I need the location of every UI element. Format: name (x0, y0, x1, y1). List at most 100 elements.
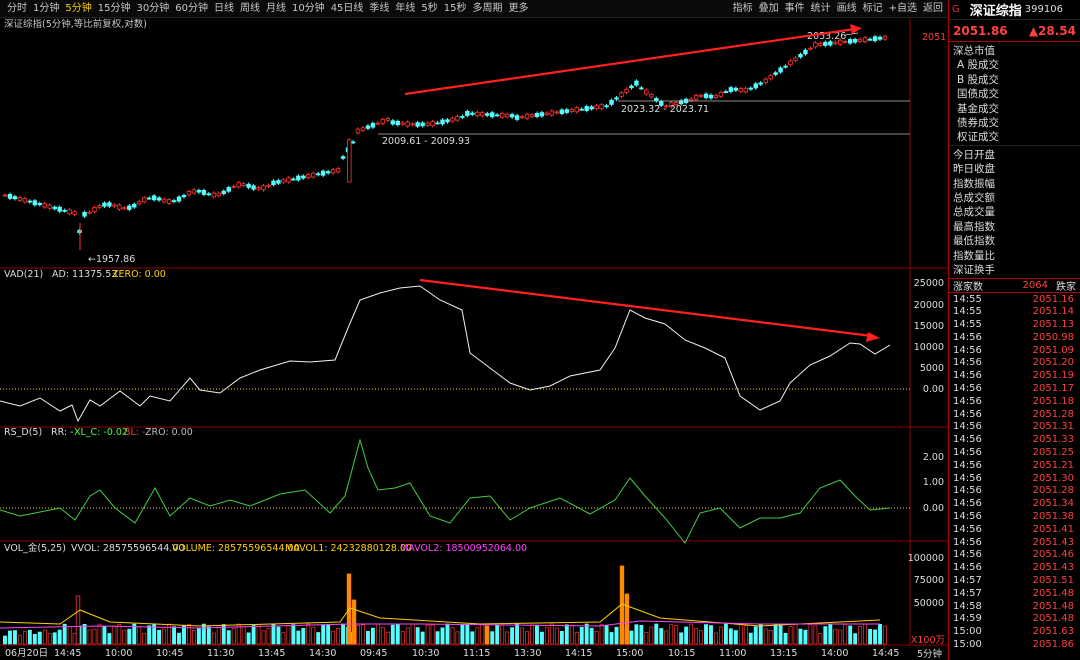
candle-body (47, 204, 52, 209)
stat-item-7: 指数量比 (953, 249, 995, 262)
tick-price: 2051.48 (1032, 600, 1074, 612)
candle-body (480, 112, 485, 117)
tick-time: 14:56 (953, 511, 982, 523)
vad-name: VAD(21) (4, 269, 43, 280)
tool-button-1[interactable]: 叠加 (756, 0, 782, 18)
tick-time: 14:55 (953, 306, 982, 318)
candle-body (435, 122, 440, 125)
volume-bar (3, 635, 7, 645)
volume-bar (390, 624, 395, 645)
candle-body (544, 112, 550, 115)
candle-body (181, 194, 187, 198)
volume-bar (87, 629, 92, 645)
rsd-xl-label: XL_C: -0.02 (74, 427, 128, 438)
volume-bar (122, 629, 127, 645)
volume-bar (112, 625, 117, 645)
x-axis-label: 13:15 (770, 648, 797, 659)
period-tab-11[interactable]: 季线 (366, 0, 392, 18)
tick-time: 14:56 (953, 344, 982, 356)
tool-button-6[interactable]: +自选 (886, 0, 920, 18)
volume-bar (520, 627, 525, 645)
candle-body (52, 206, 57, 210)
tick-row: 14:56 2051.09 (953, 345, 1076, 358)
vol-axis-tick: 100000 (908, 553, 944, 564)
tool-button-3[interactable]: 统计 (808, 0, 834, 18)
candle-body (151, 195, 157, 201)
candle-body (156, 197, 162, 201)
rsd-axis-tick: 2.00 (923, 452, 944, 463)
period-tab-14[interactable]: 15秒 (441, 0, 470, 18)
tick-time: 14:56 (953, 459, 982, 471)
candle-body (72, 211, 77, 215)
tick-price: 2051.28 (1032, 408, 1074, 420)
chart-canvas[interactable]: ←1957.862053.262009.61 - 2009.932023.32 … (0, 18, 948, 660)
tool-button-2[interactable]: 事件 (782, 0, 808, 18)
candle-body (519, 116, 525, 119)
candle-body (594, 105, 599, 110)
tick-list[interactable]: 14:55 2051.16 14:55 2051.14 14:55 2051.13 14:5… (949, 293, 1080, 652)
candle-body (122, 207, 127, 210)
trend-arrow-head (850, 24, 862, 34)
candle-body (385, 118, 391, 121)
volume-bar (385, 631, 390, 645)
high-pointer (844, 32, 859, 36)
tick-row: 14:58 2051.48 (953, 601, 1076, 614)
tool-button-7[interactable]: 返回 (920, 0, 946, 18)
tick-row: 14:56 2051.43 (953, 537, 1076, 550)
period-tab-1[interactable]: 1分钟 (30, 0, 62, 18)
period-tab-10[interactable]: 45日线 (328, 0, 367, 18)
volume-bar (301, 628, 306, 645)
period-tab-0[interactable]: 分时 (4, 0, 30, 18)
tool-button-0[interactable]: 指标 (730, 0, 756, 18)
volume-bar (102, 626, 107, 645)
period-tab-3[interactable]: 15分钟 (95, 0, 134, 18)
tick-row: 14:57 2051.51 (953, 575, 1076, 588)
period-tab-6[interactable]: 日线 (211, 0, 237, 18)
tick-row: 14:56 2051.41 (953, 524, 1076, 537)
stat-item-3: 总成交额 (953, 192, 995, 205)
x-axis-label: 13:30 (514, 648, 541, 659)
period-tab-5[interactable]: 60分钟 (172, 0, 211, 18)
tick-row: 14:56 2051.28 (953, 409, 1076, 422)
period-tab-15[interactable]: 多周期 (470, 0, 506, 18)
chart-tools: 指标 叠加 事件 统计 画线 标记 +自选 返回 (730, 0, 948, 18)
rsd-rr-label: RR: - (51, 427, 74, 438)
volume-bar (559, 630, 564, 645)
period-tab-7[interactable]: 周线 (237, 0, 263, 18)
price-change: ▲28.54 (1028, 23, 1076, 38)
candle-body (32, 200, 38, 206)
volume-bar (12, 630, 17, 645)
candle-body (325, 171, 331, 174)
tick-price: 2051.09 (1032, 344, 1074, 356)
candle-body (599, 104, 604, 109)
index-stats-list: 今日开盘 昨日收盘 指数振幅 总成交额 总成交量 最高指数 最低指数 指数量比 深证换手 (949, 146, 1080, 279)
turnover-list: 深总市值 A 股成交 B 股成交 国债成交 基金成交 债券成交 权证成交 (949, 42, 1080, 146)
volume-bar (172, 626, 176, 645)
volume-bar (42, 629, 47, 645)
period-tab-16[interactable]: 更多 (506, 0, 532, 18)
candle-body (137, 201, 142, 205)
volume-bar (400, 631, 405, 645)
tool-button-4[interactable]: 画线 (834, 0, 860, 18)
volume-bar (679, 632, 684, 645)
volume-bar (858, 626, 863, 645)
period-tab-4[interactable]: 30分钟 (133, 0, 172, 18)
candle-body (554, 111, 560, 114)
period-tab-9[interactable]: 10分钟 (289, 0, 328, 18)
period-tab-8[interactable]: 月线 (263, 0, 289, 18)
tool-button-5[interactable]: 标记 (860, 0, 886, 18)
candle-body (634, 80, 639, 86)
period-tab-12[interactable]: 年线 (392, 0, 418, 18)
candle-body (67, 209, 72, 215)
volume-bar (778, 625, 783, 645)
period-tab-13[interactable]: 5秒 (418, 0, 440, 18)
tick-row: 14:56 2051.17 (953, 383, 1076, 396)
volume-bar (336, 627, 341, 645)
volume-bar (515, 623, 520, 645)
volume-bar (460, 624, 465, 645)
tick-row: 14:56 2051.34 (953, 498, 1076, 511)
period-tab-2[interactable]: 5分钟 (62, 0, 94, 18)
candle-body (390, 120, 395, 125)
volume-bar (157, 629, 162, 645)
candle-body (619, 92, 624, 97)
